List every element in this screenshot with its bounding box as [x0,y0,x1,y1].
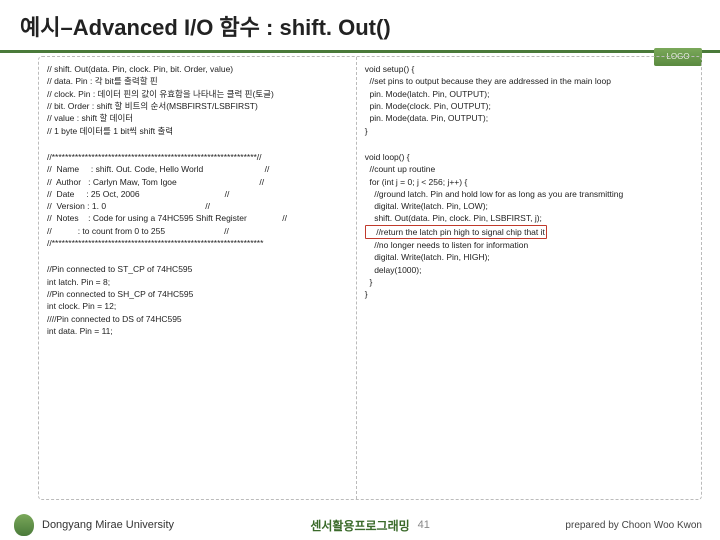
page-title: 예시–Advanced I/O 함수 : shift. Out() [20,10,700,42]
footer-center: 센서활용프로그래밍 [310,517,409,534]
footer-university: Dongyang Mirae University [42,519,174,531]
code-loop-highlight-line: //return the latch pin high to signal ch… [365,225,693,239]
code-loop-top: void loop() { //count up routine for (in… [365,151,693,225]
right-column: void setup() { //set pins to output beca… [357,57,701,499]
code-loop-bottom: //no longer needs to listen for informat… [365,239,693,301]
code-header-comment: //**************************************… [47,151,348,250]
code-setup: void setup() { //set pins to output beca… [365,63,693,137]
left-column: // shift. Out(data. Pin, clock. Pin, bit… [39,57,357,499]
highlight-box: //return the latch pin high to signal ch… [365,225,547,239]
title-bar: 예시–Advanced I/O 함수 : shift. Out() [0,0,720,53]
footer-page-number: 41 [418,519,430,531]
footer: Dongyang Mirae University 센서활용프로그래밍 41 p… [0,510,720,540]
code-pin-decl: //Pin connected to ST_CP of 74HC595 int … [47,263,348,337]
footer-author: prepared by Choon Woo Kwon [565,520,702,531]
footer-logo-icon [14,514,34,536]
content-frame: // shift. Out(data. Pin, clock. Pin, bit… [38,56,702,500]
code-comment-api: // shift. Out(data. Pin, clock. Pin, bit… [47,63,348,137]
